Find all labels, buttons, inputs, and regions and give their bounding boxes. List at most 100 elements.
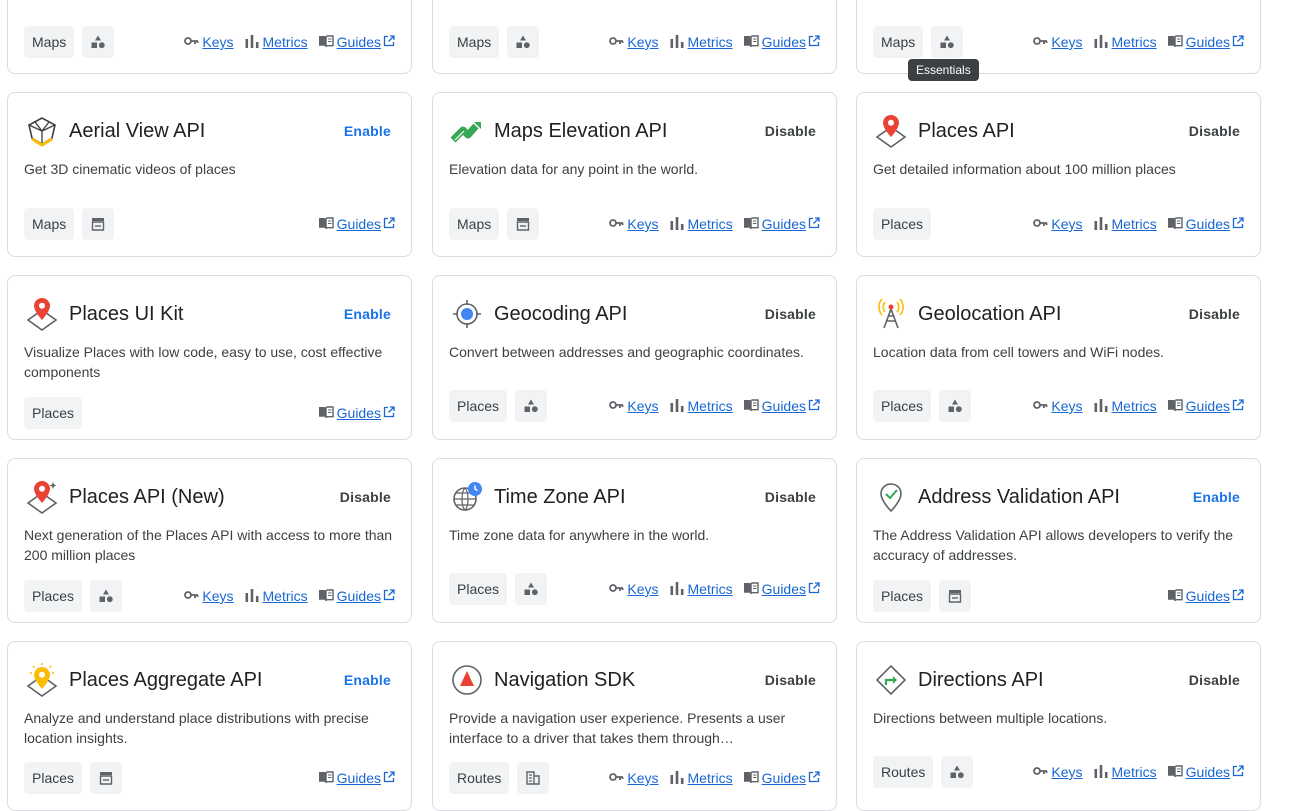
enable-button[interactable]: Enable [344,672,391,688]
keys-link-label[interactable]: Keys [202,588,233,604]
api-card[interactable]: Places UI Kit Enable Visualize Places wi… [7,275,412,440]
metrics-link-label[interactable]: Metrics [1112,34,1157,50]
metrics-link-label[interactable]: Metrics [688,34,733,50]
keys-link[interactable]: Keys [608,215,659,234]
keys-link-label[interactable]: Keys [627,770,658,786]
guides-link-label[interactable]: Guides [762,398,806,414]
keys-link[interactable]: Keys [183,33,234,52]
disable-button[interactable]: Disable [765,672,816,688]
metrics-link-label[interactable]: Metrics [688,581,733,597]
guides-link-label[interactable]: Guides [1186,34,1230,50]
disable-button[interactable]: Disable [1189,306,1240,322]
guides-link-label[interactable]: Guides [1186,764,1230,780]
keys-link[interactable]: Keys [608,580,659,599]
guides-link[interactable]: Guides [1167,587,1244,606]
api-card[interactable]: Geocoding API Disable Convert between ad… [432,275,837,440]
essentials-tier-icon[interactable] [515,573,548,605]
api-card[interactable]: Aerial View API Enable Get 3D cinematic … [7,92,412,257]
keys-link[interactable]: Keys [1032,215,1083,234]
metrics-link-label[interactable]: Metrics [263,588,308,604]
guides-link-label[interactable]: Guides [1186,588,1230,604]
api-card[interactable]: Maps Elevation API Disable Elevation dat… [432,92,837,257]
essentials-tier-icon[interactable] [515,390,548,422]
metrics-link-label[interactable]: Metrics [1112,764,1157,780]
keys-link[interactable]: Keys [608,397,659,416]
store-tier-icon[interactable] [90,762,123,794]
enterprise-tier-icon[interactable] [517,762,550,794]
guides-link-label[interactable]: Guides [1186,216,1230,232]
guides-link-label[interactable]: Guides [337,405,381,421]
api-card[interactable]: Geolocation API Disable Location data fr… [856,275,1261,440]
guides-link-label[interactable]: Guides [337,770,381,786]
enable-button[interactable]: Enable [344,123,391,139]
guides-link-label[interactable]: Guides [337,588,381,604]
guides-link[interactable]: Guides [743,397,820,416]
metrics-link[interactable]: Metrics [1093,397,1157,416]
keys-link-label[interactable]: Keys [202,34,233,50]
api-card[interactable]: Address Validation API Enable The Addres… [856,458,1261,623]
api-card[interactable]: Time Zone API Disable Time zone data for… [432,458,837,623]
guides-link-label[interactable]: Guides [337,216,381,232]
keys-link[interactable]: Keys [183,587,234,606]
keys-link-label[interactable]: Keys [627,34,658,50]
essentials-tier-icon[interactable] [939,390,972,422]
api-card[interactable]: Places Aggregate API Enable Analyze and … [7,641,412,811]
metrics-link[interactable]: Metrics [669,397,733,416]
guides-link[interactable]: Guides [1167,215,1244,234]
metrics-link[interactable]: Metrics [1093,763,1157,782]
guides-link[interactable]: Guides [318,404,395,423]
essentials-tier-icon[interactable] [941,756,974,788]
essentials-tier-icon[interactable] [931,26,964,58]
metrics-link[interactable]: Metrics [1093,33,1157,52]
metrics-link-label[interactable]: Metrics [1112,216,1157,232]
disable-button[interactable]: Disable [765,489,816,505]
keys-link-label[interactable]: Keys [627,216,658,232]
keys-link[interactable]: Keys [1032,397,1083,416]
guides-link[interactable]: Guides [1167,763,1244,782]
store-tier-icon[interactable] [507,208,540,240]
essentials-tier-icon[interactable] [507,26,540,58]
guides-link[interactable]: Guides [1167,397,1244,416]
essentials-tier-icon[interactable] [82,26,115,58]
keys-link-label[interactable]: Keys [627,581,658,597]
guides-link-label[interactable]: Guides [762,581,806,597]
disable-button[interactable]: Disable [765,123,816,139]
guides-link-label[interactable]: Guides [762,770,806,786]
essentials-tier-icon[interactable] [90,580,123,612]
disable-button[interactable]: Disable [1189,672,1240,688]
api-card[interactable]: Maps Keys Metrics Guides [432,0,837,74]
disable-button[interactable]: Disable [765,306,816,322]
metrics-link[interactable]: Metrics [244,587,308,606]
disable-button[interactable]: Disable [340,489,391,505]
api-card[interactable]: Directions API Disable Directions betwee… [856,641,1261,811]
guides-link-label[interactable]: Guides [1186,398,1230,414]
guides-link[interactable]: Guides [318,215,395,234]
keys-link-label[interactable]: Keys [1051,34,1082,50]
disable-button[interactable]: Disable [1189,123,1240,139]
metrics-link-label[interactable]: Metrics [688,398,733,414]
guides-link-label[interactable]: Guides [337,34,381,50]
metrics-link-label[interactable]: Metrics [688,770,733,786]
api-card[interactable]: Places API Disable Get detailed informat… [856,92,1261,257]
api-card[interactable]: Maps Keys Metrics Guides [7,0,412,74]
metrics-link[interactable]: Metrics [669,33,733,52]
keys-link-label[interactable]: Keys [627,398,658,414]
guides-link-label[interactable]: Guides [762,216,806,232]
enable-button[interactable]: Enable [1193,489,1240,505]
store-tier-icon[interactable] [82,208,115,240]
metrics-link-label[interactable]: Metrics [263,34,308,50]
enable-button[interactable]: Enable [344,306,391,322]
api-card[interactable]: Navigation SDK Disable Provide a navigat… [432,641,837,811]
guides-link[interactable]: Guides [318,33,395,52]
keys-link[interactable]: Keys [1032,763,1083,782]
guides-link[interactable]: Guides [318,587,395,606]
api-card[interactable]: Places API (New) Disable Next generation… [7,458,412,623]
keys-link[interactable]: Keys [608,33,659,52]
guides-link[interactable]: Guides [743,580,820,599]
keys-link-label[interactable]: Keys [1051,216,1082,232]
metrics-link[interactable]: Metrics [669,580,733,599]
guides-link[interactable]: Guides [743,33,820,52]
metrics-link[interactable]: Metrics [669,215,733,234]
metrics-link[interactable]: Metrics [1093,215,1157,234]
guides-link[interactable]: Guides [743,215,820,234]
